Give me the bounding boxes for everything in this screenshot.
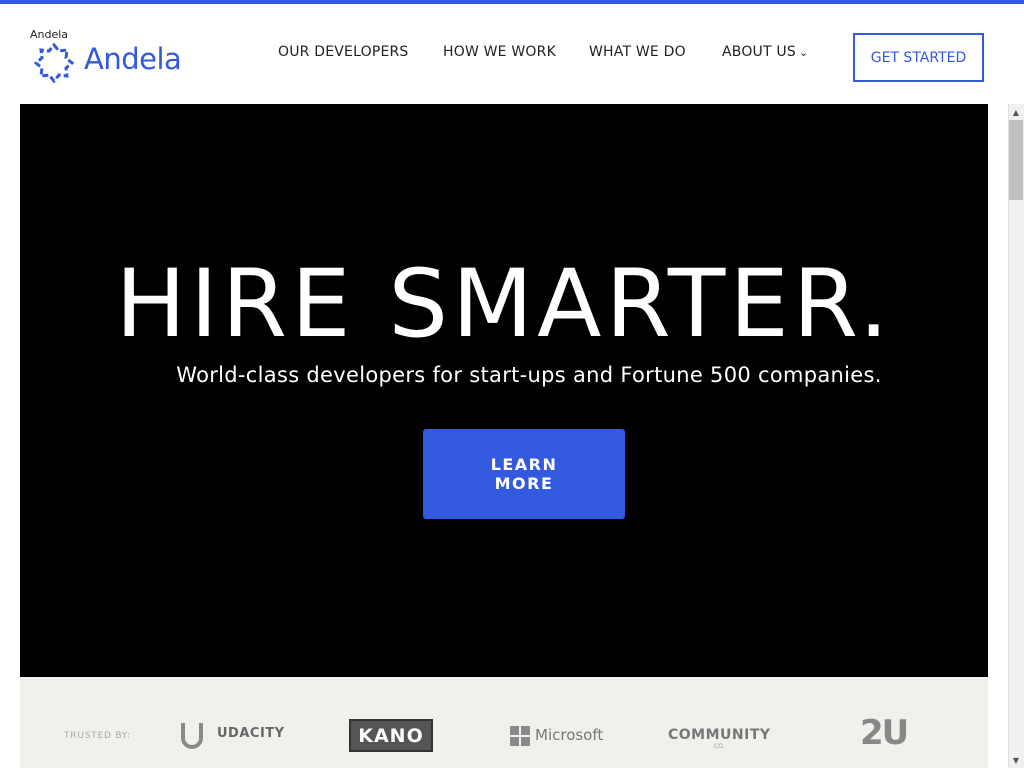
hero-subtitle: World-class developers for start-ups and… xyxy=(176,363,882,387)
nav-our-developers[interactable]: OUR DEVELOPERS xyxy=(278,44,409,60)
scroll-down-arrow-icon[interactable]: ▼ xyxy=(1008,752,1024,768)
logo-wordmark[interactable]: Andela xyxy=(84,42,182,76)
trusted-by-strip xyxy=(20,677,988,768)
community-logo: COMMUNITY CO. xyxy=(668,723,778,751)
microsoft-windows-icon xyxy=(510,726,530,746)
nav-how-we-work[interactable]: HOW WE WORK xyxy=(443,44,556,60)
microsoft-logo: Microsoft xyxy=(510,725,610,747)
hero-title: HIRE SMARTER. xyxy=(115,250,893,359)
nav-about-us[interactable]: ABOUT US ⌄ xyxy=(722,44,808,60)
vertical-scrollbar[interactable] xyxy=(1008,104,1024,768)
udacity-mark-icon xyxy=(181,723,203,749)
logo-small-label: Andela xyxy=(30,28,69,41)
2u-logo-text: 2U xyxy=(860,713,909,753)
hero-section xyxy=(20,104,988,677)
get-started-button[interactable]: GET STARTED xyxy=(853,33,984,82)
learn-more-line1: LEARN xyxy=(490,455,558,474)
udacity-logo-text: UDACITY xyxy=(217,726,285,741)
andela-logo-icon[interactable] xyxy=(32,41,76,85)
nav-what-we-do[interactable]: WHAT WE DO xyxy=(589,44,686,60)
udacity-logo: UDACITY xyxy=(180,720,290,750)
site-header: Andela Andela OUR DEVELOPERS HOW WE WORK… xyxy=(0,4,1024,104)
scrollbar-thumb[interactable] xyxy=(1009,120,1023,200)
nav-about-us-label: ABOUT US xyxy=(722,44,796,60)
community-logo-sub: CO. xyxy=(714,743,725,750)
community-logo-text: COMMUNITY xyxy=(668,727,771,743)
kano-logo: KANO xyxy=(349,719,433,752)
kano-logo-text: KANO xyxy=(358,724,424,747)
2u-logo: 2U xyxy=(860,713,910,753)
scroll-up-arrow-icon[interactable]: ▲ xyxy=(1008,104,1024,120)
learn-more-line2: MORE xyxy=(494,474,554,493)
microsoft-logo-text: Microsoft xyxy=(535,726,604,744)
chevron-down-icon: ⌄ xyxy=(798,46,809,59)
learn-more-button[interactable]: LEARN MORE xyxy=(423,429,625,519)
trusted-by-label: TRUSTED BY: xyxy=(64,731,131,741)
